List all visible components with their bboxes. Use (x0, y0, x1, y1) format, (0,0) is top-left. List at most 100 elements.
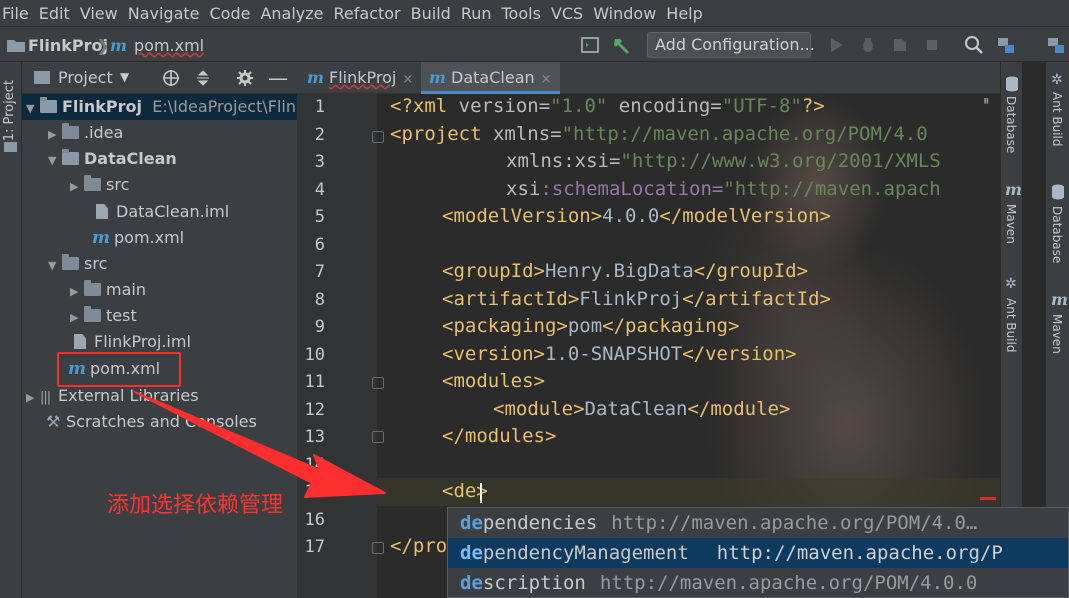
close-icon[interactable]: × (402, 72, 413, 87)
menu-vcs[interactable]: VCS (549, 4, 591, 23)
completion-item-dependency-management[interactable]: dependencyManagement http://maven.apache.… (448, 538, 1068, 568)
fold-marker-icon[interactable] (372, 542, 384, 554)
project-view-selector[interactable]: Project (58, 68, 113, 87)
fold-marker-icon[interactable] (372, 131, 384, 143)
menu-view[interactable]: View (78, 4, 126, 23)
menu-navigate[interactable]: Navigate (126, 4, 208, 23)
tree-item-scratches[interactable]: ⚒ Scratches and Consoles (46, 409, 257, 435)
search-icon[interactable] (964, 35, 984, 55)
debug-icon[interactable] (858, 35, 878, 55)
code-line-9: <packaging>pom</packaging> (442, 315, 739, 337)
ant-build-tool-button[interactable]: Ant Build (1004, 298, 1018, 352)
error-stripe-marker[interactable] (980, 497, 996, 500)
tree-item-src[interactable]: ▼ src (48, 251, 107, 277)
menu-file[interactable]: File (0, 4, 37, 23)
menu-code[interactable]: Code (208, 4, 259, 23)
menu-edit[interactable]: Edit (37, 4, 78, 23)
editor-tab-bar: m FlinkProj × m DataClean × (297, 62, 1000, 94)
line-number: 8 (314, 290, 325, 310)
completion-match: de (460, 542, 483, 564)
xml-decl-end: ?> (801, 95, 825, 117)
maven-icon: m (1005, 180, 1022, 199)
tag: <modules> (442, 370, 545, 392)
run-icon[interactable] (826, 35, 846, 55)
menu-build[interactable]: Build (409, 4, 459, 23)
chevron-down-icon[interactable]: ▼ (48, 148, 62, 174)
breadcrumb-file[interactable]: pom.xml (134, 36, 204, 55)
sdk-icon[interactable] (1046, 35, 1066, 55)
line-number: 1 (314, 97, 325, 117)
database-icon (1006, 76, 1018, 92)
menu-help[interactable]: Help (664, 4, 710, 23)
chevron-right-icon[interactable]: ▶ (70, 305, 84, 331)
chevron-down-icon[interactable]: ▼ (26, 96, 40, 122)
tree-label: Scratches and Consoles (66, 412, 257, 431)
tree-item-dataclean[interactable]: ▼ DataClean (48, 146, 177, 172)
maven-tool-button[interactable]: Maven (1050, 314, 1064, 354)
completion-rest: pendencies (482, 512, 598, 534)
tree-item-dataclean-iml[interactable]: DataClean.iml (96, 199, 229, 225)
stop-icon[interactable] (922, 35, 942, 55)
tree-item-flinkproj[interactable]: ▼ FlinkProj E:\IdeaProject\FlinkPr (22, 94, 297, 120)
tag-value: DataClean (584, 398, 688, 420)
add-configuration-button[interactable]: Add Configuration... (647, 32, 815, 58)
maven-file-icon: m (307, 68, 324, 87)
tag: <packaging> (442, 315, 568, 337)
attr-name: version= (458, 95, 551, 117)
gear-icon[interactable] (236, 69, 254, 87)
tag-value: FlinkProj (579, 288, 683, 310)
tree-item-dataclean-src[interactable]: ▶ src (70, 172, 129, 198)
code-line-4: xsi:schemaLocation="http://maven.apach (506, 178, 941, 200)
tree-item-main[interactable]: ▶ main (70, 277, 146, 303)
annotation-text: 添加选择依赖管理 (107, 493, 284, 518)
chevron-right-icon[interactable]: ▶ (48, 122, 62, 148)
code-line-13: </modules> (442, 425, 556, 447)
build-hammer-icon[interactable] (612, 35, 632, 55)
code-line-2: <project xmlns="http://maven.apache.org/… (390, 123, 928, 145)
code-line-7: <groupId>Henry.BigData</groupId> (442, 260, 808, 282)
ant-build-tool-button[interactable]: Ant Build (1050, 92, 1064, 146)
run-window-icon[interactable] (580, 35, 600, 55)
completion-item-description[interactable]: description http://maven.apache.org/POM/4… (448, 568, 1068, 598)
completion-namespace: http://maven.apache.org/POM/4.0… (611, 512, 978, 534)
chevron-down-icon[interactable]: ▼ (120, 70, 129, 84)
database-tool-button[interactable]: Database (1050, 206, 1064, 263)
tree-item-test[interactable]: ▶ test (70, 303, 137, 329)
coverage-icon[interactable] (890, 35, 910, 55)
tag: </artifactId> (682, 288, 831, 310)
chevron-right-icon[interactable]: ▶ (26, 385, 40, 411)
menu-tools[interactable]: Tools (500, 4, 549, 23)
tree-item-dataclean-pom[interactable]: m pom.xml (92, 225, 184, 251)
fold-marker-icon[interactable] (372, 431, 384, 443)
fold-marker-icon[interactable] (372, 377, 384, 389)
tag-value: Henry.BigData (544, 260, 694, 282)
chevron-right-icon[interactable]: ▶ (70, 279, 84, 305)
locate-target-icon[interactable] (162, 69, 180, 87)
menu-analyze[interactable]: Analyze (258, 4, 331, 23)
maven-tool-button[interactable]: Maven (1004, 204, 1018, 244)
tag: </pro (390, 535, 448, 557)
hide-panel-icon[interactable]: — (268, 66, 288, 90)
maven-file-icon: m (110, 36, 127, 55)
menu-window[interactable]: Window (591, 4, 664, 23)
tab-flinkproj-pom[interactable]: m FlinkProj × (299, 62, 421, 94)
chevron-down-icon[interactable]: ▼ (48, 253, 62, 279)
code-line-1: <?xml version="1.0" encoding="UTF-8"?> (390, 95, 825, 117)
project-structure-icon[interactable] (996, 35, 1016, 55)
completion-item-dependencies[interactable]: dependencies http://maven.apache.org/POM/… (448, 508, 1068, 538)
menu-refactor[interactable]: Refactor (332, 4, 409, 23)
tree-label: External Libraries (58, 386, 199, 405)
completion-namespace: http://maven.apache.org/P (716, 542, 1003, 564)
chevron-right-icon[interactable]: ▶ (70, 174, 84, 200)
menu-run[interactable]: Run (459, 4, 500, 23)
code-line-8: <artifactId>FlinkProj</artifactId> (442, 288, 831, 310)
attr-name: encoding= (607, 95, 722, 117)
collapse-all-icon[interactable] (194, 69, 212, 87)
tree-path: E:\IdeaProject\FlinkPr (152, 97, 297, 116)
project-panel-header: Project ▼ — (22, 62, 297, 94)
close-icon[interactable]: × (541, 72, 552, 87)
database-tool-button[interactable]: Database (1004, 96, 1018, 153)
tab-dataclean-pom[interactable]: m DataClean × (421, 62, 560, 94)
project-tool-button[interactable]: 1: Project (2, 80, 17, 141)
tree-item-idea[interactable]: ▶ .idea (48, 120, 123, 146)
